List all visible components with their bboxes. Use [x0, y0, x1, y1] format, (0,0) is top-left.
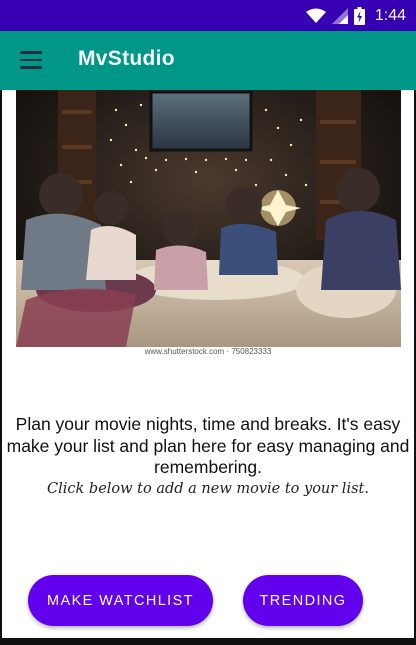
image-credit: www.shutterstock.com · 750823333	[144, 347, 272, 356]
hamburger-menu-icon[interactable]	[20, 51, 42, 69]
make-watchlist-button[interactable]: MAKE WATCHLIST	[28, 575, 213, 626]
hero-image	[16, 90, 401, 347]
status-time: 1:44	[374, 7, 406, 24]
device-screen: 1:44 MvStudio www.shutterstock.com · 750…	[0, 0, 416, 645]
battery-charging-icon	[353, 7, 365, 25]
app-bar: MvStudio	[0, 31, 416, 90]
signal-icon	[331, 8, 348, 24]
status-icons: 1:44	[305, 6, 406, 26]
wifi-icon	[305, 8, 326, 23]
bottom-bezel	[0, 638, 416, 645]
app-title: MvStudio	[78, 47, 175, 70]
status-bar: 1:44	[0, 0, 416, 31]
intro-text: Plan your movie nights, time and breaks.…	[6, 414, 410, 477]
screen-edge-left	[0, 90, 2, 638]
hint-text: Click below to add a new movie to your l…	[47, 481, 369, 497]
trending-button[interactable]: TRENDING	[243, 575, 363, 626]
